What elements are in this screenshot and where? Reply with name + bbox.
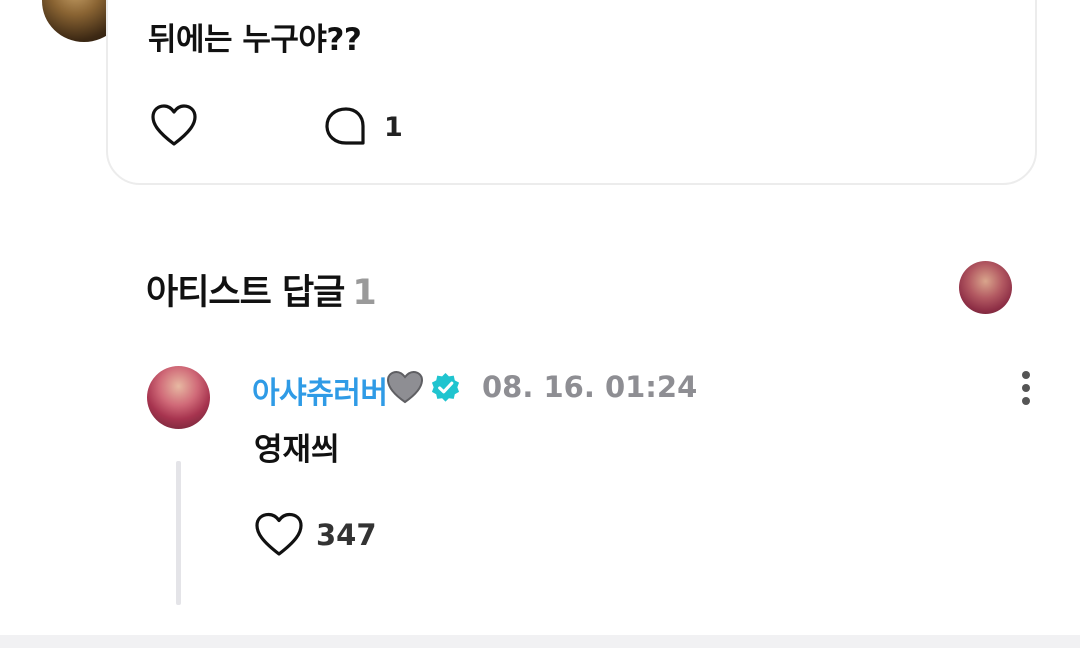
reply-text: 영재씌 xyxy=(254,432,340,468)
heart-outline-icon[interactable] xyxy=(254,512,304,558)
comment-count: 1 xyxy=(384,112,403,143)
section-count: 1 xyxy=(352,273,376,313)
grey-heart-icon xyxy=(386,370,424,404)
section-title: 아티스트 답글 1 xyxy=(146,264,377,315)
section-title-label: 아티스트 답글 xyxy=(146,273,345,313)
heart-outline-icon[interactable] xyxy=(150,104,198,148)
bottom-divider xyxy=(0,635,1080,648)
reply-author-name[interactable]: 아샤츄러버 xyxy=(252,368,388,412)
reply-timestamp: 08. 16. 01:24 xyxy=(482,370,698,404)
more-vertical-icon[interactable] xyxy=(1010,368,1042,408)
artist-avatar[interactable] xyxy=(959,261,1012,314)
reply-like-count: 347 xyxy=(316,518,377,552)
verified-badge-icon xyxy=(431,372,460,402)
speech-bubble-icon[interactable] xyxy=(323,105,369,149)
thread-line xyxy=(176,461,181,605)
post-text: 뒤에는 누구야?? xyxy=(148,22,362,58)
artist-reply-screen: 뒤에는 누구야?? 1 아티스트 답글 1 아샤츄러버 08. 16. 01:24… xyxy=(0,0,1080,648)
reply-author-avatar[interactable] xyxy=(147,366,210,429)
